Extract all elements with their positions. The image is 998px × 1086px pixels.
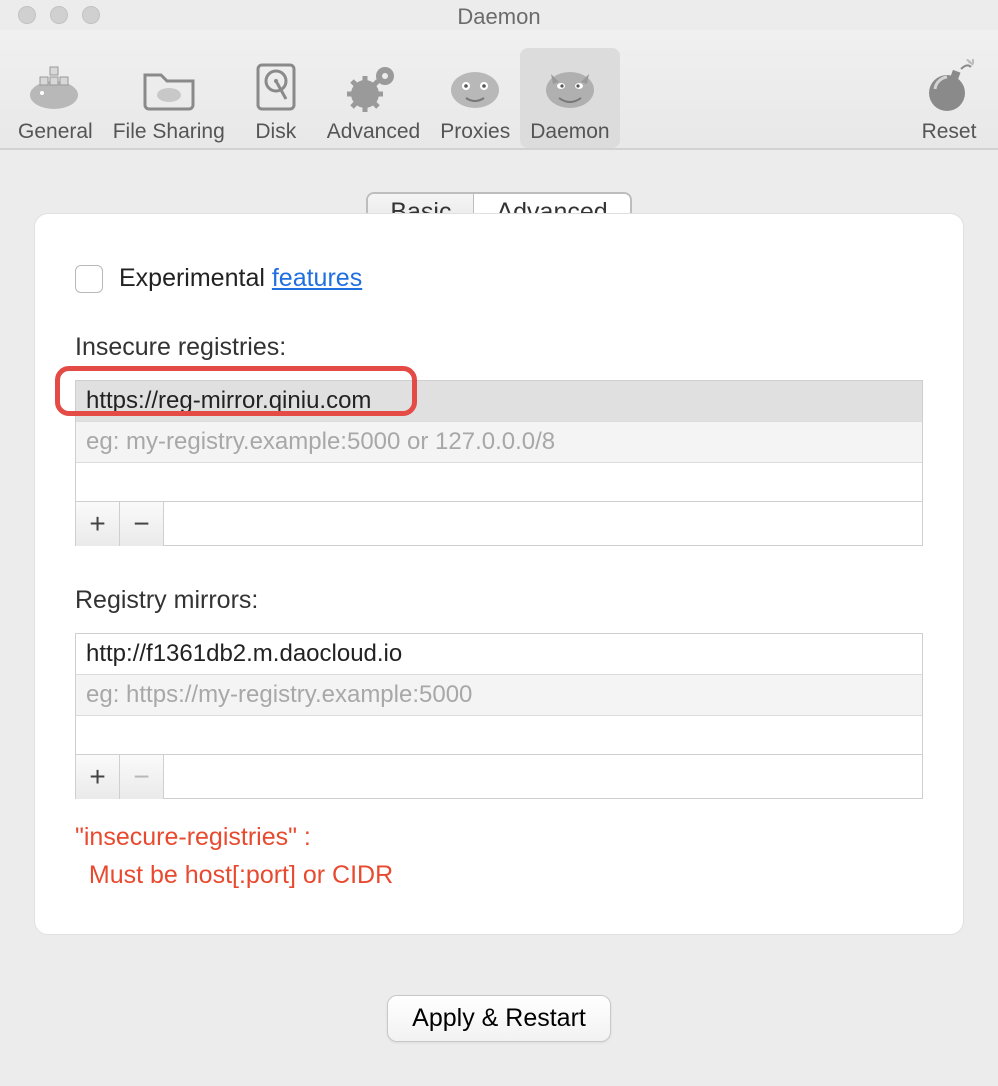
plus-icon: +	[89, 508, 105, 540]
window-title: Daemon	[0, 4, 998, 30]
disk-icon	[245, 56, 307, 118]
settings-panel: Experimental features Insecure registrie…	[34, 213, 964, 935]
insecure-registries-list: https://reg-mirror.qiniu.com eg: my-regi…	[75, 380, 923, 546]
whale-devil-icon	[539, 56, 601, 118]
tab-disk-label: Disk	[255, 120, 296, 144]
minus-icon: −	[133, 508, 149, 540]
tab-file-sharing-label: File Sharing	[113, 120, 225, 144]
experimental-label: Experimental	[119, 264, 272, 292]
tab-proxies-label: Proxies	[440, 120, 510, 144]
insecure-add-button[interactable]: +	[76, 502, 120, 546]
tab-general[interactable]: General	[8, 48, 103, 148]
insecure-registries-item[interactable]: https://reg-mirror.qiniu.com	[76, 381, 922, 422]
list-controls-spacer	[164, 755, 922, 798]
mirrors-add-button[interactable]: +	[76, 755, 120, 799]
registry-mirrors-label: Registry mirrors:	[75, 586, 923, 615]
folder-icon	[138, 56, 200, 118]
validation-error: "insecure-registries" : Must be host[:po…	[75, 819, 923, 894]
tab-reset[interactable]: Reset	[908, 48, 990, 148]
list-controls-spacer	[164, 502, 922, 545]
registry-mirrors-item[interactable]: http://f1361db2.m.daocloud.io	[76, 634, 922, 675]
gears-icon	[342, 56, 404, 118]
whale-face-icon	[444, 56, 506, 118]
insecure-remove-button[interactable]: −	[120, 502, 164, 546]
registry-mirrors-list: http://f1361db2.m.daocloud.io eg: https:…	[75, 633, 923, 799]
experimental-row: Experimental features	[75, 264, 923, 293]
apply-restart-button[interactable]: Apply & Restart	[387, 995, 611, 1042]
tab-daemon-label: Daemon	[530, 120, 609, 144]
registry-mirrors-empty-row[interactable]	[76, 716, 922, 754]
error-line-2: Must be host[:port] or CIDR	[75, 857, 923, 895]
insecure-registries-placeholder[interactable]: eg: my-registry.example:5000 or 127.0.0.…	[76, 422, 922, 463]
tab-file-sharing[interactable]: File Sharing	[103, 48, 235, 148]
tab-reset-label: Reset	[922, 120, 977, 144]
registry-mirrors-placeholder[interactable]: eg: https://my-registry.example:5000	[76, 675, 922, 716]
bomb-icon	[918, 56, 980, 118]
error-line-1: "insecure-registries" :	[75, 819, 923, 857]
mirrors-remove-button[interactable]: −	[120, 755, 164, 799]
minus-icon: −	[133, 761, 149, 793]
tab-general-label: General	[18, 120, 93, 144]
plus-icon: +	[89, 761, 105, 793]
experimental-features-link[interactable]: features	[272, 264, 362, 292]
tab-proxies[interactable]: Proxies	[430, 48, 520, 148]
tab-daemon[interactable]: Daemon	[520, 48, 619, 148]
whale-icon	[24, 56, 86, 118]
titlebar: Daemon	[0, 0, 998, 30]
experimental-checkbox[interactable]	[75, 265, 103, 293]
tab-advanced[interactable]: Advanced	[317, 48, 430, 148]
tab-disk[interactable]: Disk	[235, 48, 317, 148]
insecure-registries-empty-row[interactable]	[76, 463, 922, 501]
tab-advanced-label: Advanced	[327, 120, 420, 144]
toolbar: General File Sharing Disk	[0, 30, 998, 150]
insecure-registries-label: Insecure registries:	[75, 333, 923, 362]
